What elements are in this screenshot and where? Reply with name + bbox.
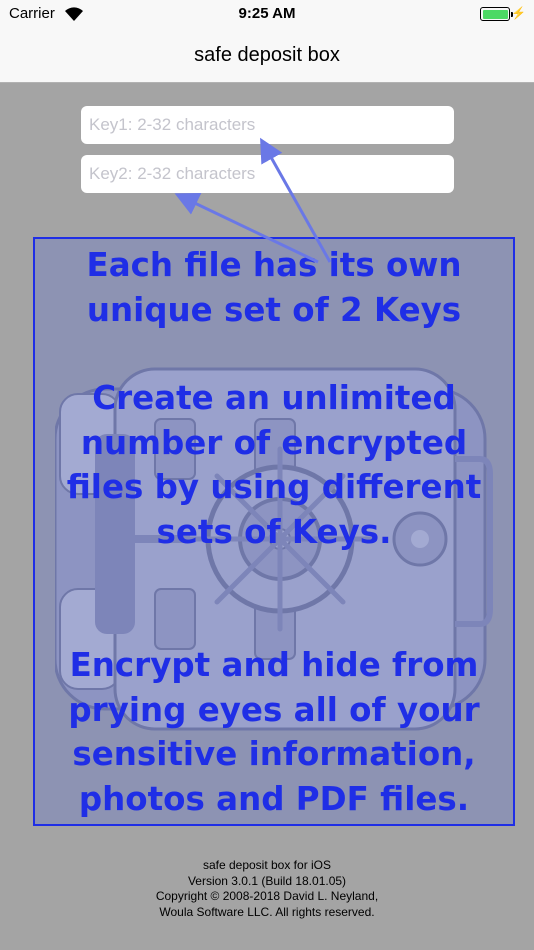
key1-input[interactable] <box>81 106 454 144</box>
footer-copyright: safe deposit box for iOS Version 3.0.1 (… <box>155 858 379 919</box>
battery-icon <box>480 7 513 21</box>
promo-keys-text: Each file has its own unique set of 2 Ke… <box>86 246 462 329</box>
help-overlay[interactable]: Each file has its own unique set of 2 Ke… <box>33 237 515 826</box>
charging-bolt-icon: ⚡ <box>511 6 526 20</box>
promo-encrypt-text: Encrypt and hide from prying eyes all of… <box>68 646 480 818</box>
clock: 9:25 AM <box>238 5 296 22</box>
promo-unlimited-text: Create an unlimited number of encrypted … <box>66 379 482 551</box>
page-title: safe deposit box <box>194 44 340 66</box>
status-bar: Carrier 9:25 AM ⚡ <box>0 0 534 30</box>
key2-input[interactable] <box>81 155 454 193</box>
navigation-bar: safe deposit box <box>0 30 534 83</box>
